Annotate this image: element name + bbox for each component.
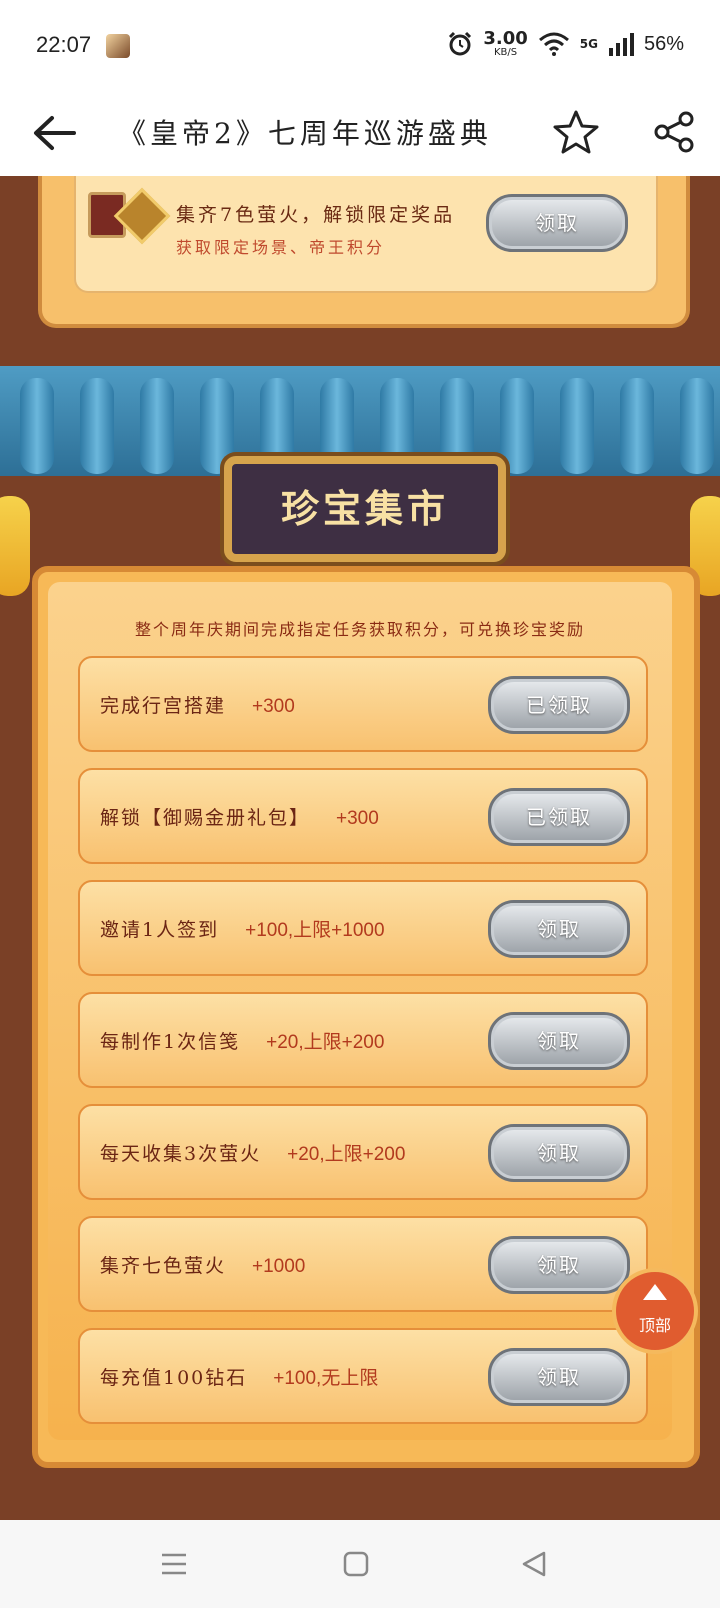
task-points: +20,上限+200 xyxy=(266,1032,385,1053)
task-item: 完成行宫搭建 +300 已领取 xyxy=(78,656,648,752)
top-reward-line1: 集齐7色萤火，解锁限定奖品 xyxy=(176,204,456,226)
back-triangle-icon[interactable] xyxy=(520,1550,548,1578)
star-icon[interactable] xyxy=(552,108,600,156)
task-points: +100,上限+1000 xyxy=(245,920,385,941)
claim-button[interactable]: 领取 xyxy=(488,1012,630,1070)
task-item: 每充值100钻石 +100,无上限 领取 xyxy=(78,1328,648,1424)
section-plaque: 珍宝集市 xyxy=(224,456,506,562)
battery-level: 56% xyxy=(643,32,684,55)
claim-button[interactable]: 领取 xyxy=(488,900,630,958)
task-board: 整个周年庆期间完成指定任务获取积分，可兑换珍宝奖励 完成行宫搭建 +300 已领取… xyxy=(32,566,700,1468)
wifi-icon xyxy=(538,32,569,56)
status-bar: 22:07 3.00 KB/S 5G 56% xyxy=(0,0,720,90)
task-name: 每天收集3次萤火 xyxy=(100,1143,262,1165)
back-arrow-icon[interactable] xyxy=(30,110,80,156)
task-item: 解锁【御赐金册礼包】 +300 已领取 xyxy=(78,768,648,864)
task-points: +300 xyxy=(336,808,379,829)
task-item: 每天收集3次萤火 +20,上限+200 领取 xyxy=(78,1104,648,1200)
task-name: 集齐七色萤火 xyxy=(100,1255,227,1277)
system-nav-bar xyxy=(0,1520,720,1608)
task-name: 每充值100钻石 xyxy=(100,1367,248,1389)
lantern-left xyxy=(0,496,30,596)
network-type: 5G xyxy=(579,37,598,51)
section-title: 珍宝集市 xyxy=(280,486,449,531)
network-speed: 3.00 KB/S xyxy=(483,30,527,58)
claim-button[interactable]: 领取 xyxy=(488,1348,630,1406)
speed-unit: KB/S xyxy=(493,47,518,58)
task-item: 邀请1人签到 +100,上限+1000 领取 xyxy=(78,880,648,976)
task-board-inner: 整个周年庆期间完成指定任务获取积分，可兑换珍宝奖励 完成行宫搭建 +300 已领取… xyxy=(48,582,672,1440)
task-name: 解锁【御赐金册礼包】 xyxy=(100,807,311,829)
task-name: 邀请1人签到 xyxy=(100,919,220,941)
status-time: 22:07 xyxy=(36,32,92,57)
claim-button[interactable]: 领取 xyxy=(488,1124,630,1182)
home-icon[interactable] xyxy=(342,1550,370,1578)
task-points: +20,上限+200 xyxy=(287,1144,406,1165)
claim-button[interactable]: 领取 xyxy=(488,1236,630,1294)
task-points: +300 xyxy=(252,696,295,717)
claimed-button[interactable]: 已领取 xyxy=(488,676,630,734)
scroll-to-top-button[interactable]: 顶部 xyxy=(612,1268,698,1354)
speed-value: 3.00 xyxy=(483,28,528,49)
signal-icon xyxy=(608,33,634,56)
claimed-button[interactable]: 已领取 xyxy=(488,788,630,846)
share-icon[interactable] xyxy=(652,110,696,154)
top-reward-line2: 获取限定场景、帝王积分 xyxy=(176,238,386,257)
task-name: 每制作1次信笺 xyxy=(100,1031,241,1053)
scroll-to-top-label: 顶部 xyxy=(638,1316,671,1335)
app-bar: 《皇帝2》七周年巡游盛典 xyxy=(0,90,720,177)
top-claim-button[interactable]: 领取 xyxy=(486,194,628,252)
task-description: 整个周年庆期间完成指定任务获取积分，可兑换珍宝奖励 xyxy=(134,620,585,639)
task-points: +100,无上限 xyxy=(273,1368,379,1389)
task-item: 集齐七色萤火 +1000 领取 xyxy=(78,1216,648,1312)
page-title: 《皇帝2》七周年巡游盛典 xyxy=(118,117,492,150)
up-arrow-icon xyxy=(643,1284,667,1300)
task-name: 完成行宫搭建 xyxy=(100,695,227,717)
task-points: +1000 xyxy=(252,1256,306,1277)
menu-icon[interactable] xyxy=(160,1550,188,1578)
app-notification-icon xyxy=(106,34,130,58)
alarm-icon xyxy=(449,31,472,56)
task-item: 每制作1次信笺 +20,上限+200 领取 xyxy=(78,992,648,1088)
